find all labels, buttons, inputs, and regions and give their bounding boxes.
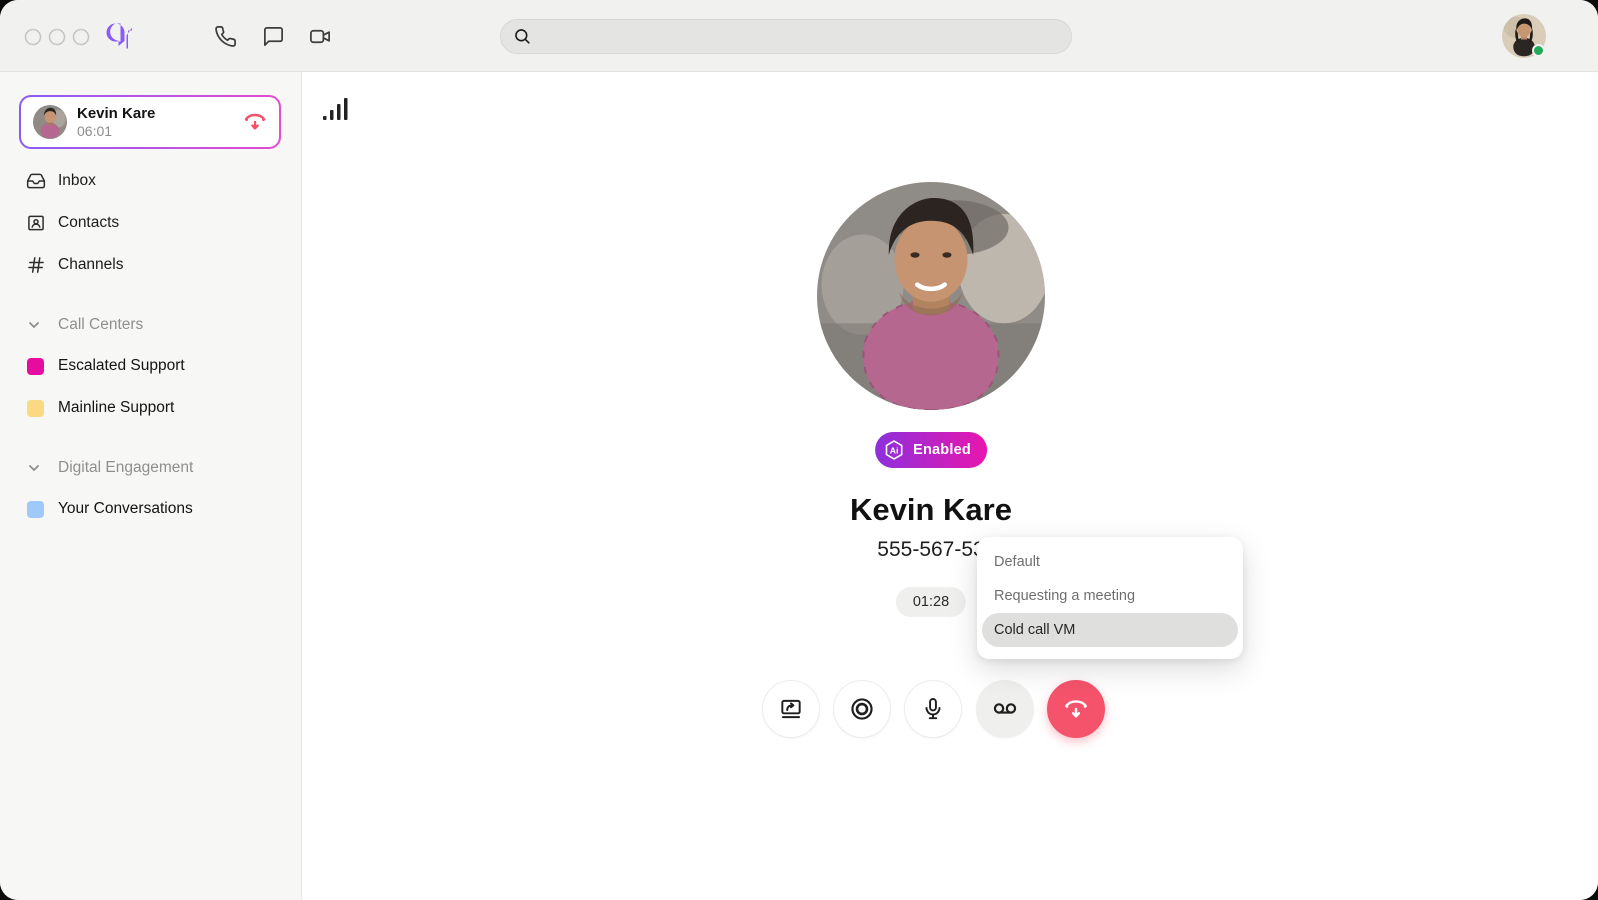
contact-name: Kevin Kare [850, 492, 1012, 528]
top-bar [0, 0, 1598, 72]
sidebar: Kevin Kare 06:01 Inbox [0, 72, 302, 900]
window-traffic-lights[interactable] [24, 28, 90, 46]
share-screen-button[interactable] [762, 680, 820, 738]
call-controls [303, 680, 1598, 740]
active-call-timer: 06:01 [77, 123, 243, 140]
sidebar-item-escalated-support[interactable]: Escalated Support [0, 351, 301, 381]
search-input[interactable] [540, 29, 1059, 45]
contact-photo [817, 182, 1045, 410]
voicemail-icon [992, 696, 1018, 722]
sidebar-item-contacts[interactable]: Contacts [0, 208, 301, 238]
ai-enabled-badge[interactable]: Ai Enabled [875, 432, 987, 468]
chevron-down-icon [26, 317, 42, 333]
mute-microphone-button[interactable] [904, 680, 962, 738]
window-zoom-button[interactable] [74, 30, 89, 45]
sidebar-item-mainline-support[interactable]: Mainline Support [0, 393, 301, 423]
search-bar[interactable] [500, 19, 1072, 54]
channel-color-swatch [27, 358, 44, 375]
svg-text:Ai: Ai [890, 445, 899, 455]
record-button[interactable] [833, 680, 891, 738]
active-call-meta: Kevin Kare 06:01 [77, 104, 243, 140]
menu-item-requesting-a-meeting[interactable]: Requesting a meeting [982, 579, 1238, 613]
voicemail-drop-button[interactable] [976, 680, 1034, 738]
active-call-name: Kevin Kare [77, 104, 243, 123]
sidebar-item-your-conversations[interactable]: Your Conversations [0, 494, 301, 524]
signal-strength-icon [323, 92, 349, 122]
voicemail-dropdown-menu: Default Requesting a meeting Cold call V… [977, 537, 1243, 659]
share-screen-icon [778, 696, 804, 722]
sidebar-item-label: Mainline Support [58, 399, 174, 417]
active-call-card[interactable]: Kevin Kare 06:01 [19, 95, 281, 149]
call-screen: Ai Enabled Kevin Kare 555-567-53 01:28 D… [303, 72, 1598, 900]
channel-color-swatch [27, 400, 44, 417]
sidebar-item-label: Your Conversations [58, 500, 193, 518]
hang-up-icon [1063, 696, 1089, 722]
online-status-dot [1532, 44, 1545, 57]
phone-icon[interactable] [214, 25, 237, 48]
menu-item-default[interactable]: Default [982, 545, 1238, 579]
ai-badge-label: Enabled [913, 442, 971, 458]
window-minimize-button[interactable] [50, 30, 65, 45]
hash-icon [26, 255, 46, 275]
hang-up-icon[interactable] [243, 110, 267, 134]
section-label: Digital Engagement [58, 459, 193, 477]
section-label: Call Centers [58, 316, 143, 334]
sidebar-item-label: Channels [58, 256, 124, 274]
caller-avatar [33, 105, 67, 139]
dialpad-logo-icon [105, 21, 143, 51]
chat-icon[interactable] [262, 25, 285, 48]
video-icon[interactable] [309, 25, 332, 48]
contact-phone-number: 555-567-53 [877, 538, 984, 562]
app-window: Kevin Kare 06:01 Inbox [0, 0, 1598, 900]
menu-item-cold-call-vm[interactable]: Cold call VM [982, 613, 1238, 647]
section-digital-engagement[interactable]: Digital Engagement [0, 455, 301, 481]
ai-hexagon-icon: Ai [883, 439, 905, 461]
contacts-icon [26, 213, 46, 233]
section-call-centers[interactable]: Call Centers [0, 312, 301, 338]
call-timer-pill: 01:28 [896, 587, 966, 617]
window-close-button[interactable] [26, 30, 41, 45]
channel-color-swatch [27, 501, 44, 518]
sidebar-item-label: Inbox [58, 172, 96, 190]
hang-up-button[interactable] [1047, 680, 1105, 738]
record-icon [849, 696, 875, 722]
inbox-icon [26, 171, 46, 191]
sidebar-item-inbox[interactable]: Inbox [0, 166, 301, 196]
microphone-icon [920, 696, 946, 722]
sidebar-item-channels[interactable]: Channels [0, 250, 301, 280]
sidebar-item-label: Contacts [58, 214, 119, 232]
sidebar-item-label: Escalated Support [58, 357, 185, 375]
search-icon [513, 27, 532, 46]
chevron-down-icon [26, 460, 42, 476]
